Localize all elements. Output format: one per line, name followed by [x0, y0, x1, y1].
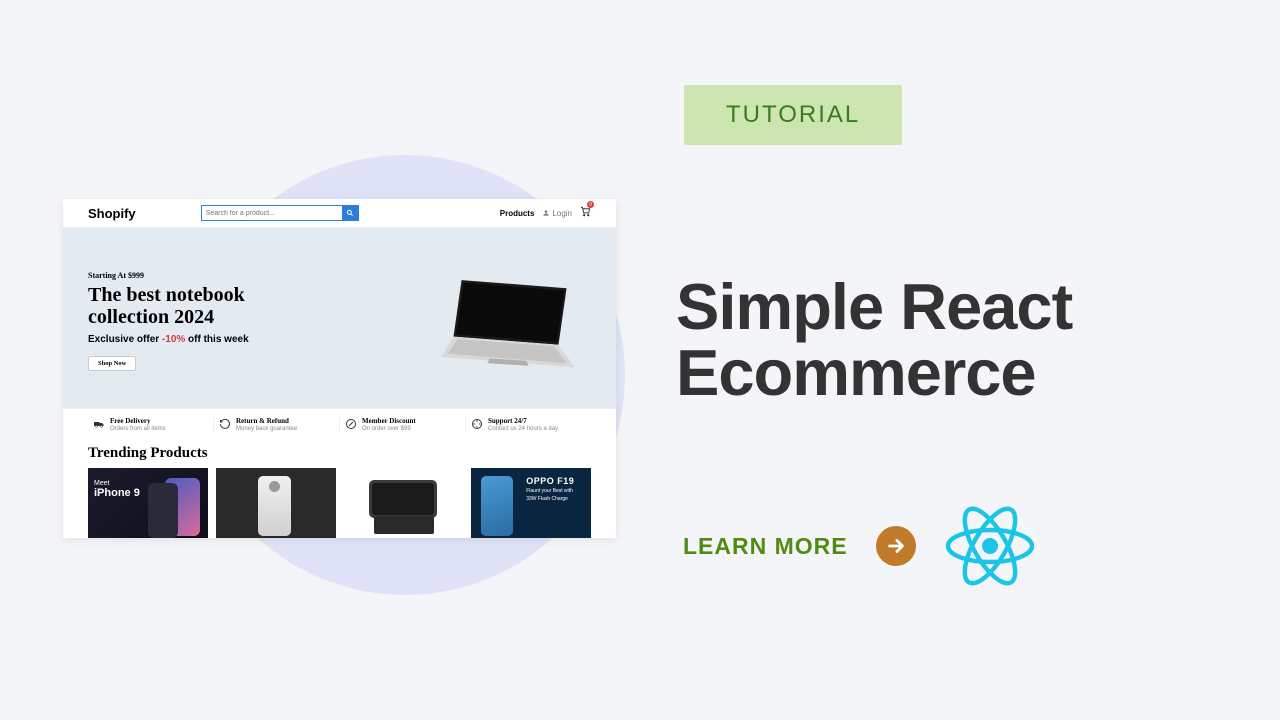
product-label: Meet iPhone 9 — [94, 480, 140, 499]
search-icon — [346, 209, 354, 217]
hero-text: Starting At $999 The best notebookcollec… — [88, 271, 249, 371]
discount-icon — [345, 418, 357, 430]
product-card[interactable] — [216, 468, 336, 538]
feat-title: Free Delivery — [110, 417, 166, 425]
nav-right: Products Login 0 — [500, 204, 591, 222]
badge-label: TUTORIAL — [726, 101, 860, 128]
hero-image — [421, 268, 591, 373]
feature-refund: Return & RefundMoney back guarantee — [214, 417, 340, 432]
features-row: Free DeliveryOrders from all items Retur… — [63, 408, 616, 440]
trending-title: Trending Products — [88, 445, 591, 462]
react-icon — [944, 500, 1036, 592]
arrow-right-icon — [885, 535, 907, 557]
feature-delivery: Free DeliveryOrders from all items — [88, 417, 214, 432]
hero-title: The best notebookcollection 2024 — [88, 284, 249, 328]
feature-support: Support 24/7Contact us 24 hours a day — [466, 417, 591, 432]
brand-logo: Shopify — [88, 206, 136, 221]
product-card[interactable]: Meet iPhone 9 — [88, 468, 208, 538]
nav-products[interactable]: Products — [500, 209, 535, 218]
truck-icon — [93, 418, 105, 430]
preview-navbar: Shopify Products Login 0 — [63, 199, 616, 228]
feat-title: Return & Refund — [236, 417, 297, 425]
arrow-button[interactable] — [876, 526, 916, 566]
refund-icon — [219, 418, 231, 430]
feat-desc: Orders from all items — [110, 426, 166, 432]
laptop-icon — [421, 268, 591, 373]
login-label: Login — [552, 209, 572, 218]
website-preview: Shopify Products Login 0 Starting At $99… — [63, 199, 616, 538]
search-button[interactable] — [342, 206, 358, 220]
search-input[interactable] — [202, 209, 342, 218]
hero-pre: Starting At $999 — [88, 271, 249, 280]
nav-login[interactable]: Login — [542, 209, 572, 218]
product-label: OPPO F19 Flaunt your Best with 33W Flash… — [526, 476, 574, 502]
support-icon — [471, 418, 483, 430]
hero-section: Starting At $999 The best notebookcollec… — [63, 228, 616, 408]
feature-discount: Member DiscountOn order over $99 — [340, 417, 466, 432]
shop-now-button[interactable]: Shop Now — [88, 356, 136, 371]
user-icon — [542, 209, 550, 217]
search-wrap — [201, 205, 359, 221]
nav-cart[interactable]: 0 — [580, 204, 591, 222]
page-title: Simple ReactEcommerce — [676, 274, 1072, 407]
feat-title: Member Discount — [362, 417, 416, 425]
product-card[interactable] — [344, 468, 464, 538]
learn-more-link[interactable]: LEARN MORE — [683, 533, 848, 560]
feat-desc: On order over $99 — [362, 426, 416, 432]
feat-title: Support 24/7 — [488, 417, 558, 425]
cart-badge: 0 — [587, 201, 594, 208]
product-card[interactable]: OPPO F19 Flaunt your Best with 33W Flash… — [471, 468, 591, 538]
tutorial-badge: TUTORIAL — [684, 85, 902, 145]
trending-section: Trending Products Meet iPhone 9 — [63, 440, 616, 538]
products-row: Meet iPhone 9 OPPO F19 Flaunt your Bes — [88, 468, 591, 538]
hero-subtitle: Exclusive offer -10% off this week — [88, 334, 249, 345]
feat-desc: Contact us 24 hours a day — [488, 426, 558, 432]
cta-row: LEARN MORE — [683, 500, 1036, 592]
feat-desc: Money back guarantee — [236, 426, 297, 432]
